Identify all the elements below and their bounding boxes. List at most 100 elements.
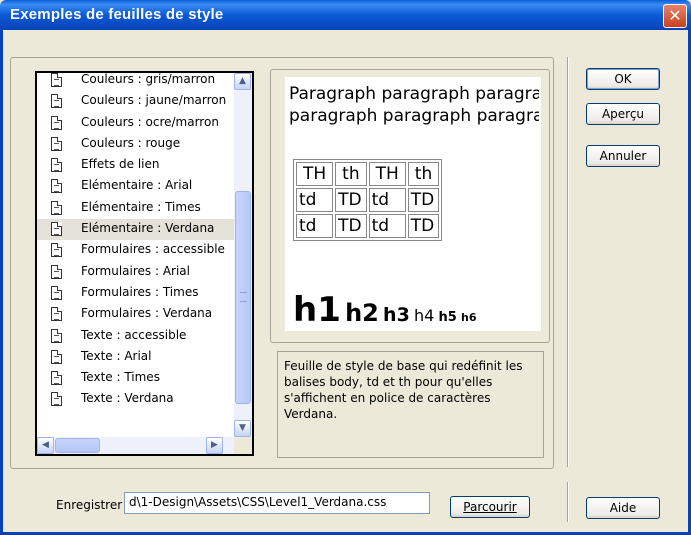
list-item[interactable]: Texte : accessible	[37, 326, 234, 347]
document-icon	[51, 200, 62, 215]
list-item[interactable]: Texte : Times	[37, 368, 234, 389]
list-item-label: Texte : accessible	[81, 327, 187, 342]
preview-h5: h5	[438, 310, 457, 325]
list-item[interactable]: Texte : Verdana	[37, 389, 234, 410]
document-icon	[51, 115, 62, 130]
scrollbar-corner	[234, 437, 252, 454]
preview-table: TH th TH th td TD td TD td TD td TD	[293, 159, 443, 241]
preview-h1: h1	[293, 290, 341, 330]
button-separator	[567, 57, 569, 467]
preview-table-header: TH	[368, 162, 406, 186]
preview-table-cell: td	[368, 214, 406, 238]
scroll-left-arrow-icon[interactable]: ◀	[37, 437, 54, 454]
preview-table-row: td TD td TD	[296, 214, 440, 238]
document-icon	[51, 371, 62, 386]
preview-h3: h3	[383, 304, 410, 326]
document-icon	[51, 94, 62, 109]
list-item[interactable]: Couleurs : jaune/marron	[37, 91, 234, 112]
list-item-label: Formulaires : Arial	[81, 263, 190, 278]
list-item-label: Elémentaire : Times	[81, 199, 201, 214]
cancel-button[interactable]: Annuler	[586, 145, 660, 167]
preview-headings: h1 h2 h3 h4 h5 h6	[293, 290, 477, 330]
window-frame-left	[0, 30, 3, 535]
preview-paragraph: Paragraph paragraph paragraph paragraph …	[289, 83, 539, 127]
description-text: Feuille de style de base qui redéfinit l…	[284, 359, 523, 421]
window-title: Exemples de feuilles de style	[10, 6, 224, 23]
stylesheet-list[interactable]: Couleurs : gris/marron Couleurs : jaune/m…	[37, 72, 234, 411]
preview-h2: h2	[345, 299, 379, 327]
document-icon	[51, 307, 62, 322]
list-item-label: Effets de lien	[81, 157, 160, 172]
document-icon	[51, 328, 62, 343]
vertical-scroll-thumb[interactable]	[235, 191, 251, 404]
bottom-separator	[567, 482, 569, 522]
list-item-label: Couleurs : rouge	[81, 135, 181, 150]
document-icon	[51, 179, 62, 194]
list-item[interactable]: Couleurs : gris/marron	[37, 72, 234, 91]
close-button[interactable]: ✕	[663, 4, 687, 28]
list-item-label: Couleurs : gris/marron	[81, 72, 216, 86]
document-icon	[51, 73, 62, 87]
document-icon	[51, 392, 62, 407]
preview-table-header: th	[335, 162, 367, 186]
browse-button[interactable]: Parcourir	[450, 496, 530, 518]
list-item-label: Elémentaire : Arial	[81, 178, 193, 193]
list-item-label: Elémentaire : Verdana	[81, 221, 215, 236]
preview-h6: h6	[461, 311, 477, 324]
list-item-label: Formulaires : Verdana	[81, 306, 213, 321]
preview-table-cell: td	[296, 214, 334, 238]
preview-table-cell: td	[296, 188, 334, 212]
document-icon	[51, 222, 62, 237]
preview-table-cell: td	[368, 188, 406, 212]
description-box: Feuille de style de base qui redéfinit l…	[277, 351, 544, 458]
preview-h4: h4	[413, 306, 435, 325]
preview-table-cell: TD	[407, 214, 440, 238]
list-item-label: Couleurs : ocre/marron	[81, 114, 219, 129]
document-icon	[51, 264, 62, 279]
list-item[interactable]: Formulaires : Times	[37, 283, 234, 304]
preview-table-cell: TD	[335, 214, 367, 238]
stylesheet-listbox[interactable]: Couleurs : gris/marron Couleurs : jaune/m…	[35, 71, 254, 456]
preview-paragraph-line: paragraph paragraph paragraph	[289, 106, 539, 126]
list-item-label: Texte : Times	[81, 370, 160, 385]
horizontal-scrollbar[interactable]: ◀ ▶	[37, 437, 252, 454]
preview-table-row: td TD td TD	[296, 188, 440, 212]
preview-paragraph-line: Paragraph paragraph paragraph	[289, 84, 539, 104]
document-icon	[51, 285, 62, 300]
horizontal-scroll-thumb[interactable]	[55, 438, 100, 453]
document-icon	[51, 158, 62, 173]
document-icon	[51, 243, 62, 258]
help-button[interactable]: Aide	[586, 497, 660, 519]
list-item-label: Couleurs : jaune/marron	[81, 93, 227, 108]
preview-table-header: TH	[296, 162, 334, 186]
list-item[interactable]: Elémentaire : Arial	[37, 176, 234, 197]
list-item-label: Formulaires : Times	[81, 284, 199, 299]
document-icon	[51, 349, 62, 364]
preview-table-header-row: TH th TH th	[296, 162, 440, 186]
list-item[interactable]: Formulaires : accessible	[37, 240, 234, 261]
scroll-down-arrow-icon[interactable]: ▼	[234, 420, 251, 437]
scroll-up-arrow-icon[interactable]: ▲	[234, 73, 251, 90]
list-item[interactable]: Couleurs : rouge	[37, 134, 234, 155]
preview-button[interactable]: Aperçu	[586, 103, 660, 125]
document-icon	[51, 136, 62, 151]
list-item-label: Texte : Verdana	[81, 391, 174, 406]
vertical-scrollbar[interactable]: ▲ ▼	[234, 73, 252, 437]
title-bar[interactable]: Exemples de feuilles de style ✕	[0, 0, 691, 30]
list-item[interactable]: Formulaires : Verdana	[37, 304, 234, 325]
ok-button[interactable]: OK	[586, 68, 660, 90]
list-item-label: Formulaires : accessible	[81, 242, 225, 257]
list-item[interactable]: Couleurs : ocre/marron	[37, 113, 234, 134]
list-item[interactable]: Texte : Arial	[37, 347, 234, 368]
style-preview: Paragraph paragraph paragraph paragraph …	[285, 77, 541, 331]
save-path-input[interactable]: d\1-Design\Assets\CSS\Level1_Verdana.css	[124, 492, 430, 514]
scroll-right-arrow-icon[interactable]: ▶	[206, 437, 223, 454]
list-item[interactable]: Elémentaire : Times	[37, 198, 234, 219]
browse-button-label: Parcourir	[463, 500, 517, 514]
preview-table-cell: TD	[335, 188, 367, 212]
list-item-label: Texte : Arial	[81, 348, 152, 363]
preview-table-cell: TD	[407, 188, 440, 212]
list-item[interactable]: Effets de lien	[37, 155, 234, 176]
list-item[interactable]: Elémentaire : Verdana	[37, 219, 234, 241]
list-item[interactable]: Formulaires : Arial	[37, 262, 234, 283]
